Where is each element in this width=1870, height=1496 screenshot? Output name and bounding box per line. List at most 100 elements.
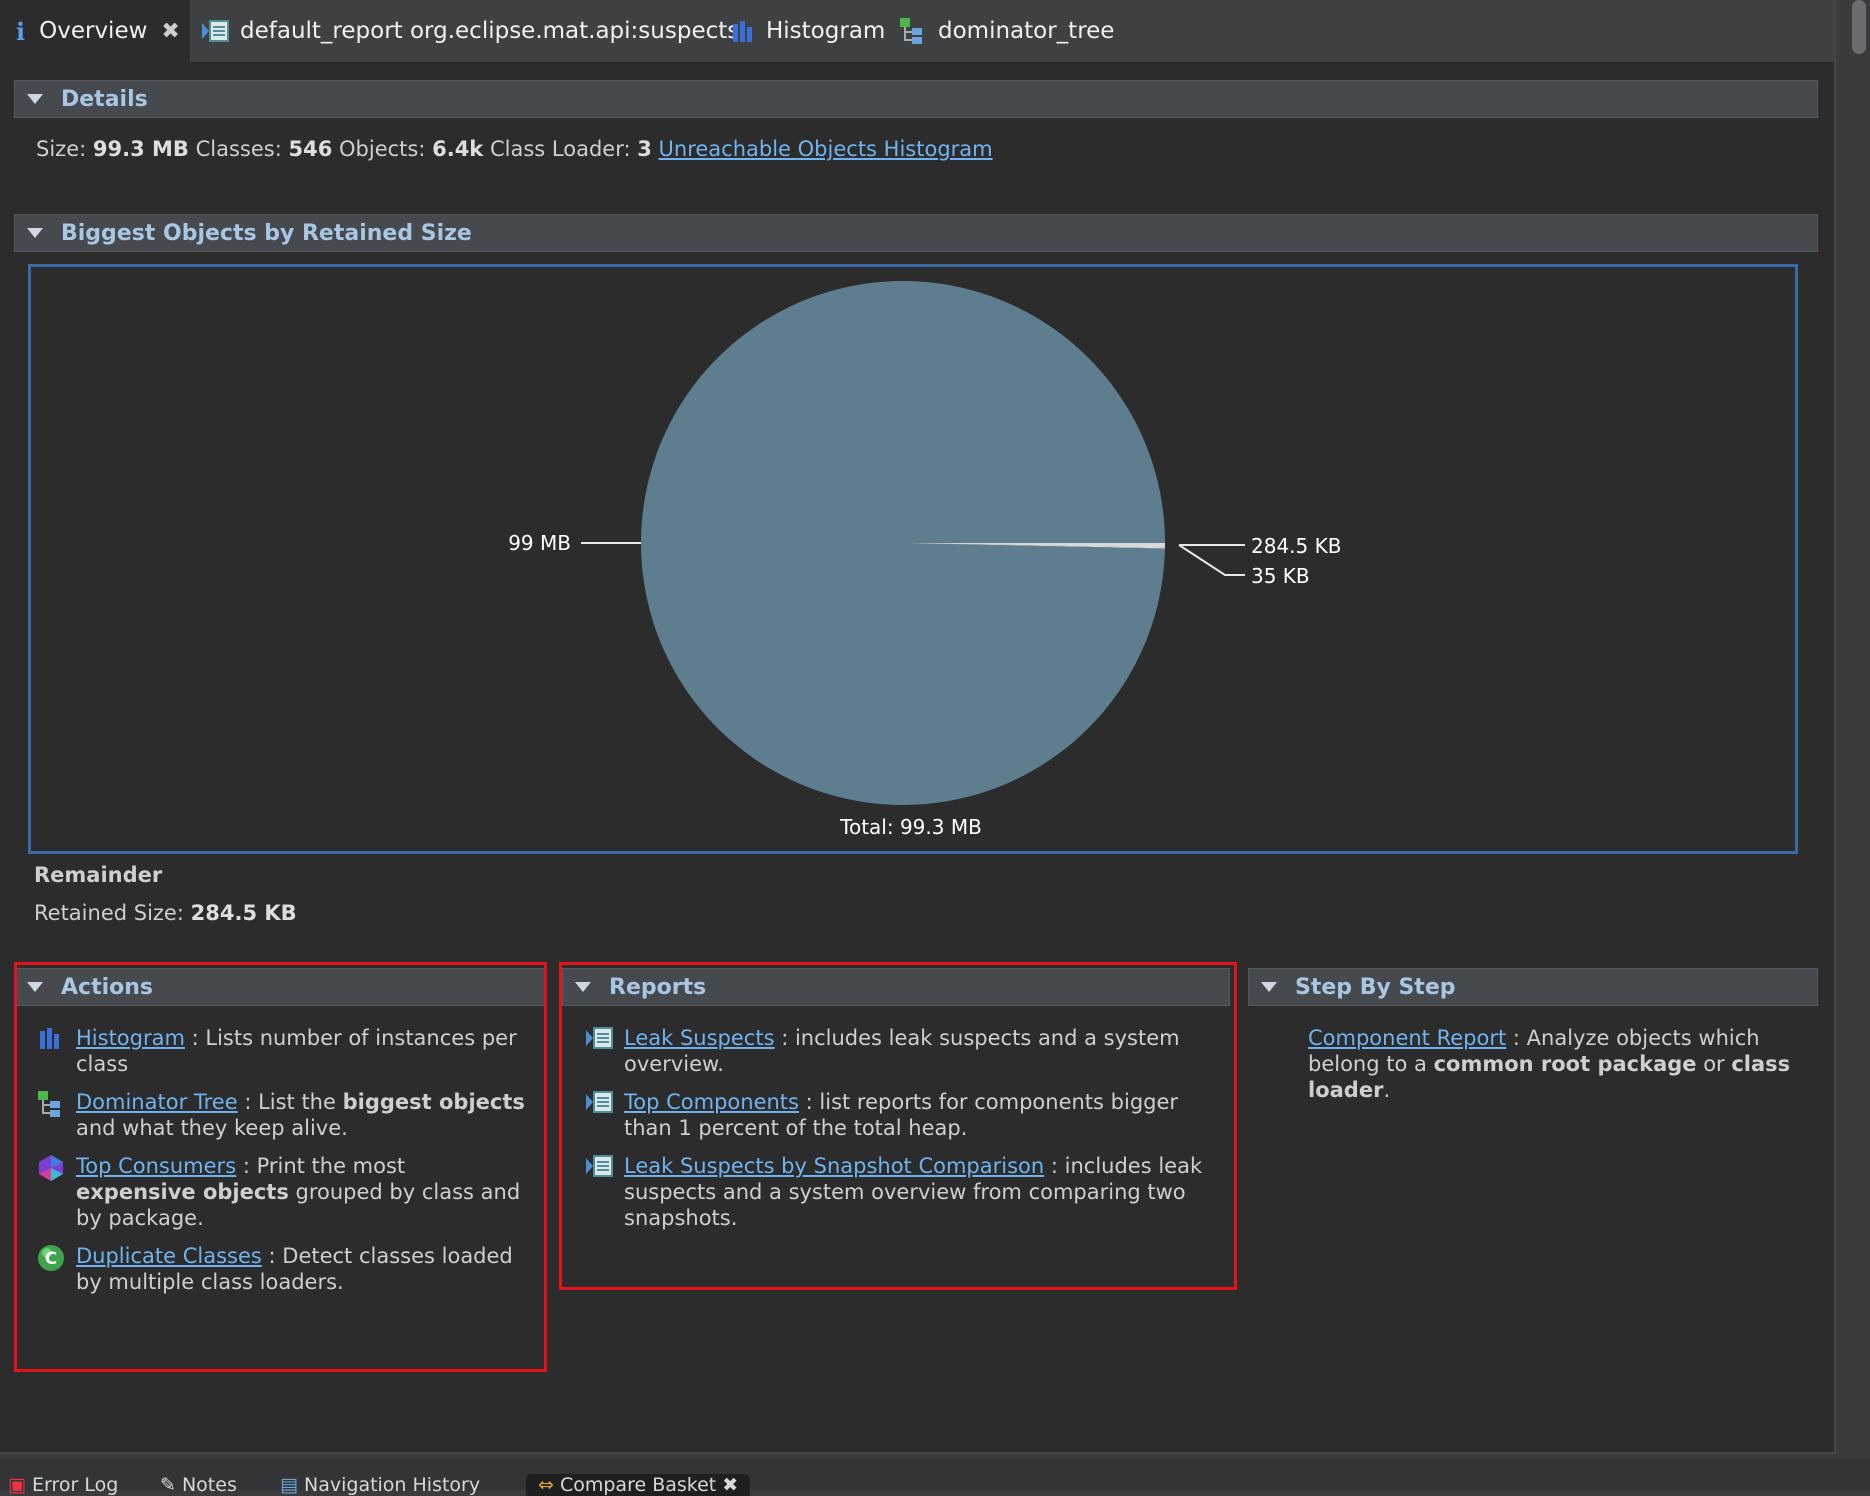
top-consumers-link[interactable]: Top Consumers [76,1154,236,1178]
item-text: : List the [237,1090,343,1114]
item-text: snapshots. [624,1206,738,1230]
report-icon [586,1091,613,1113]
dominator-tree-icon [900,18,922,44]
duplicate-classes-link[interactable]: Duplicate Classes [76,1244,262,1268]
size-label: Size: [36,137,87,161]
tab-label: Overview [39,18,148,44]
item-text: : Lists number of instances per [184,1026,517,1050]
navigation-history-icon: ▤ [280,1474,304,1496]
item-text: : includes leak [1044,1154,1203,1178]
classes-label: Classes: [195,137,282,161]
item-text: : Detect classes loaded [261,1244,513,1268]
bottom-tab-label: Notes [181,1474,237,1496]
dominator-tree-link[interactable]: Dominator Tree [76,1090,238,1114]
unreachable-objects-histogram-link[interactable]: Unreachable Objects Histogram [659,137,993,161]
editor-tab-bar: i Overview ✖ default_report org.eclipse.… [0,0,1834,63]
item-text: and what they keep alive. [76,1116,348,1140]
pie-total-label: Total: 99.3 MB [839,815,982,839]
action-histogram: Histogram : Lists number of instances pe… [36,1025,536,1077]
size-value: 99.3 MB [92,137,189,161]
error-log-icon: ▣ [8,1474,32,1496]
close-icon[interactable]: ✖ [161,19,179,44]
item-text: suspects and a system overview from comp… [624,1180,1186,1204]
report-leak-suspects-comparison: Leak Suspects by Snapshot Comparison : i… [584,1153,1224,1231]
top-components-link[interactable]: Top Components [624,1090,799,1114]
retained-size: Retained Size: 284.5 KB [34,901,297,925]
bottom-tab-label: Navigation History [304,1474,481,1496]
item-text: or [1696,1052,1732,1076]
item-text: : list reports for components bigger [798,1090,1179,1114]
info-icon: i [16,16,26,46]
pie-chart[interactable]: 99 MB 284.5 KB 35 KB Total: 99.3 MB [31,267,1795,851]
item-text: . [1383,1078,1391,1102]
tab-histogram[interactable]: Histogram [730,0,885,62]
bottom-tab-label: Error Log [32,1474,119,1496]
action-duplicate-classes: C Duplicate Classes : Detect classes loa… [36,1243,536,1295]
item-text: by multiple class loaders. [76,1270,344,1294]
tab-label: dominator_tree [938,18,1115,44]
leak-suspects-comparison-link[interactable]: Leak Suspects by Snapshot Comparison [624,1154,1044,1178]
histogram-icon [733,21,752,42]
report-leak-suspects: Leak Suspects : includes leak suspects a… [584,1025,1224,1077]
bottom-tab-notes[interactable]: ✎ Notes [160,1474,237,1496]
bottom-tab-error-log[interactable]: ▣ Error Log [8,1474,118,1496]
bottom-tab-compare-basket[interactable]: ⇔ Compare Basket ✖ [526,1474,751,1496]
compare-basket-icon: ⇔ [538,1474,560,1496]
section-title: Details [61,86,148,112]
scrollbar-thumb[interactable] [1852,0,1866,54]
collapse-triangle-icon[interactable] [1261,982,1277,992]
bottom-tab-label: Compare Basket [559,1474,717,1496]
collapse-triangle-icon[interactable] [27,228,43,238]
section-title: Step By Step [1295,974,1456,1000]
report-icon [586,1027,613,1049]
tab-default-report[interactable]: default_report org.eclipse.mat.api:suspe… [200,0,739,62]
remainder-title: Remainder [34,863,163,887]
retained-size-value: 284.5 KB [190,901,297,925]
close-icon[interactable]: ✖ [716,1474,738,1496]
leak-suspects-link[interactable]: Leak Suspects [624,1026,775,1050]
duplicate-classes-icon: C [38,1245,64,1271]
item-bold: expensive objects [76,1180,289,1204]
step-by-step-section-header[interactable]: Step By Step [1248,968,1818,1006]
action-dominator-tree: Dominator Tree : List the biggest object… [36,1089,536,1141]
component-report-link[interactable]: Component Report [1308,1026,1506,1050]
classes-value: 546 [288,137,333,161]
item-text: overview. [624,1052,724,1076]
tab-label: default_report org.eclipse.mat.api:suspe… [240,18,740,44]
item-text: by package. [76,1206,204,1230]
tab-dominator-tree[interactable]: dominator_tree [898,0,1114,62]
biggest-objects-section-header[interactable]: Biggest Objects by Retained Size [14,214,1818,252]
report-icon [202,20,229,42]
details-summary: Size: 99.3 MB Classes: 546 Objects: 6.4k… [36,137,993,161]
item-bold: biggest objects [342,1090,525,1114]
objects-label: Objects: [339,137,426,161]
dominator-tree-icon [38,1091,60,1117]
class-loader-label: Class Loader: [489,137,631,161]
step-component-report: Component Report : Analyze objects which… [1268,1025,1818,1103]
item-text: : Analyze objects which [1506,1026,1760,1050]
class-loader-value: 3 [637,137,652,161]
retained-size-label: Retained Size: [34,901,184,925]
item-bold: loader [1308,1078,1384,1102]
details-section-header[interactable]: Details [14,80,1818,118]
action-top-consumers: Top Consumers : Print the most expensive … [36,1153,536,1231]
item-text: belong to a [1308,1052,1434,1076]
report-icon [586,1155,613,1177]
objects-value: 6.4k [432,137,484,161]
item-text: than 1 percent of the total heap. [624,1116,968,1140]
pie-chart-box[interactable]: 99 MB 284.5 KB 35 KB Total: 99.3 MB [28,264,1798,854]
histogram-icon [40,1028,59,1049]
tab-overview[interactable]: i Overview ✖ [0,0,190,62]
histogram-link[interactable]: Histogram [76,1026,185,1050]
pie-slice-label-1: 284.5 KB [1251,534,1341,558]
collapse-triangle-icon[interactable] [27,94,43,104]
item-text: class [76,1052,129,1076]
pie-leader-line-2 [1178,544,1245,576]
bottom-tab-navigation-history[interactable]: ▤ Navigation History [280,1474,480,1496]
pie-slice-label-2: 35 KB [1251,564,1310,588]
svg-text:C: C [45,1249,57,1269]
item-text: : Print the most [236,1154,406,1178]
item-text: grouped by class and [288,1180,521,1204]
report-top-components: Top Components : list reports for compon… [584,1089,1224,1141]
pie-slice-label-0: 99 MB [508,531,571,555]
